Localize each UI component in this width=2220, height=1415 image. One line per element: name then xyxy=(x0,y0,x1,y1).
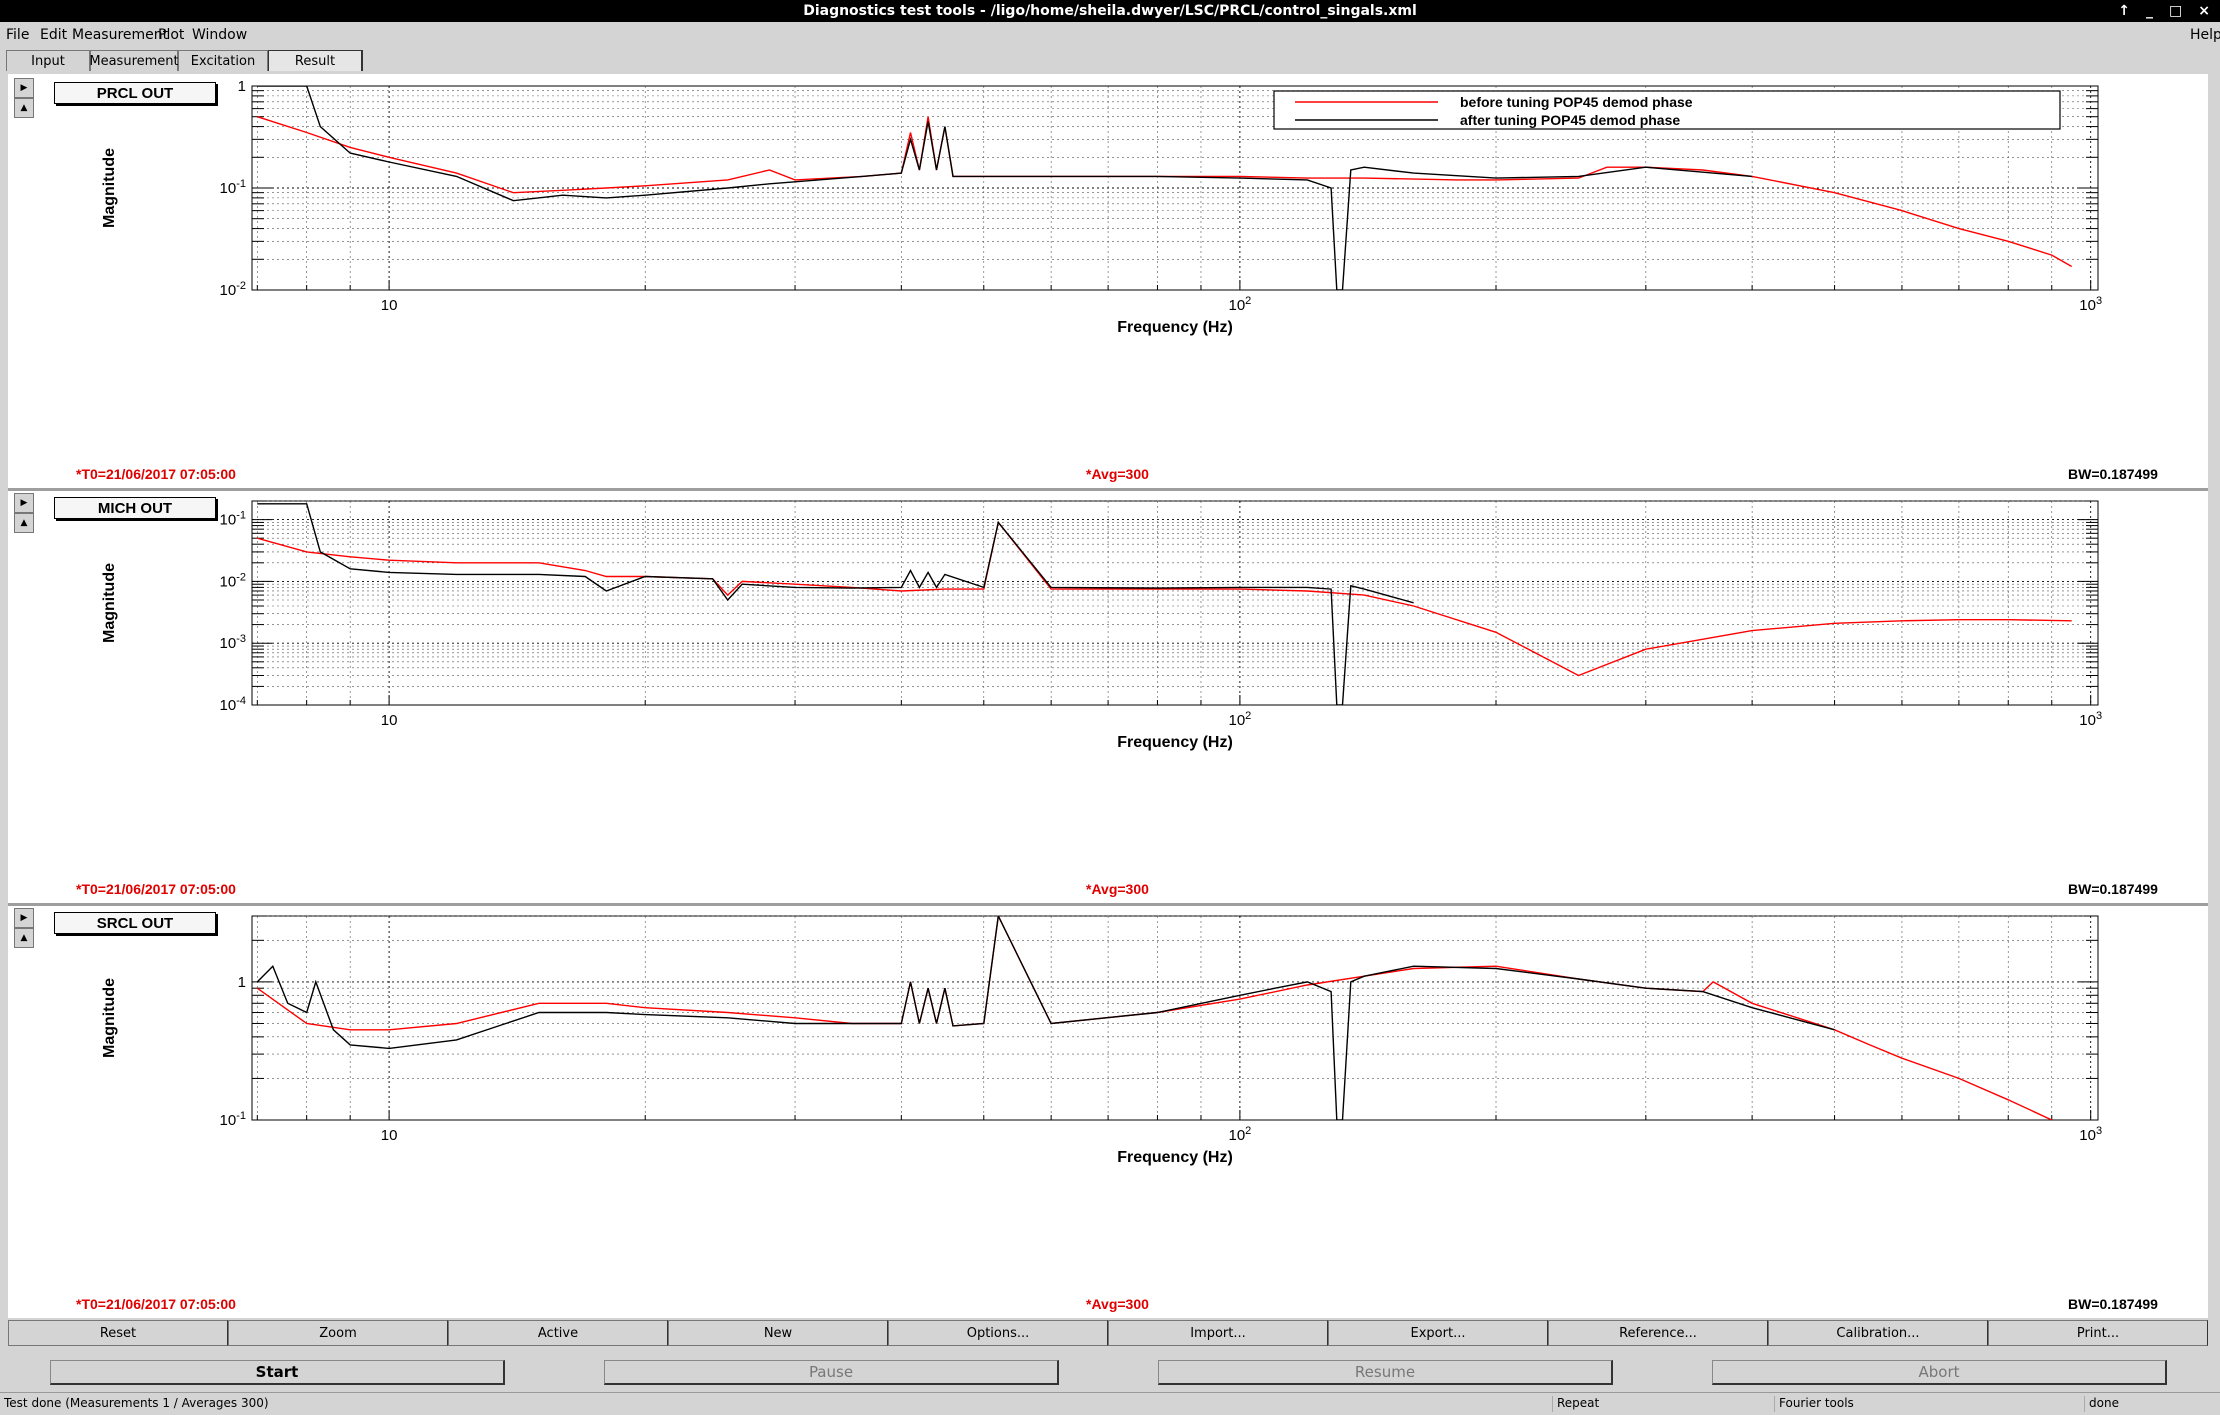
y-tick-label: 10-2 xyxy=(220,571,246,590)
plot-2-chart[interactable]: 10 102 103 10-1 10-2 10-3 10-4 Frequency (Hz) Ma… xyxy=(8,489,2208,889)
print-button[interactable]: Print... xyxy=(1988,1320,2208,1346)
legend: before tuning POP45 demod phase after tun… xyxy=(1273,90,2061,130)
window-maximize-button[interactable]: □ xyxy=(2169,3,2182,19)
tab-excitation[interactable]: Excitation xyxy=(178,50,268,71)
window-minimize-button[interactable]: _ xyxy=(2146,3,2153,19)
y-tick-label: 10-2 xyxy=(220,280,246,299)
menu-plot[interactable]: Plot xyxy=(158,27,184,43)
tab-bar: Input Measurement Excitation Result xyxy=(6,50,363,72)
window-title: Diagnostics test tools - /ligo/home/shei… xyxy=(803,3,1417,19)
x-tick-label: 103 xyxy=(2079,295,2102,314)
status-tool: Fourier tools xyxy=(1774,1396,1854,1412)
y-tick-label: 10-4 xyxy=(220,695,246,714)
result-graphs-area: ▶ ▲ PRCL OUT 10 102 103 1 10-1 10-2 Frequency … xyxy=(8,74,2208,1318)
pause-button[interactable]: Pause xyxy=(604,1360,1059,1385)
x-tick-label: 103 xyxy=(2079,710,2102,729)
tab-measurement[interactable]: Measurement xyxy=(89,50,179,71)
x-tick-label: 103 xyxy=(2079,1125,2102,1144)
plot-frame xyxy=(251,500,2099,706)
plot-2-t0: *T0=21/06/2017 07:05:00 xyxy=(76,881,236,897)
x-tick-label: 10 xyxy=(381,712,398,729)
tab-input[interactable]: Input xyxy=(6,50,90,71)
y-tick-label: 10-1 xyxy=(220,510,246,529)
y-tick-label: 1 xyxy=(238,974,246,991)
abort-button[interactable]: Abort xyxy=(1712,1360,2167,1385)
window-titlebar: Diagnostics test tools - /ligo/home/shei… xyxy=(0,0,2220,22)
status-mode: Repeat xyxy=(1552,1396,1599,1412)
plot-3-avg: *Avg=300 xyxy=(1086,1296,1149,1312)
options-button[interactable]: Options... xyxy=(888,1320,1108,1346)
zoom-button[interactable]: Zoom xyxy=(228,1320,448,1346)
resume-button[interactable]: Resume xyxy=(1158,1360,1613,1385)
x-tick-label: 102 xyxy=(1228,1125,1251,1144)
y-axis-label: Magnitude xyxy=(101,563,118,643)
status-state: done xyxy=(2084,1396,2119,1412)
plot-1-bw: BW=0.187499 xyxy=(2068,466,2158,482)
x-tick-label: 10 xyxy=(381,1127,398,1144)
plot-1-chart[interactable]: 10 102 103 1 10-1 10-2 Frequency (Hz) Magnitude… xyxy=(8,74,2208,474)
menu-file[interactable]: File xyxy=(6,27,29,43)
plot-frame xyxy=(251,915,2099,1121)
plot-3-chart[interactable]: 10 102 103 1 10-1 Frequency (Hz) Magnitude xyxy=(8,904,2208,1304)
plot-1-avg: *Avg=300 xyxy=(1086,466,1149,482)
window-close-button[interactable]: × xyxy=(2198,3,2210,19)
active-button[interactable]: Active xyxy=(448,1320,668,1346)
status-message: Test done (Measurements 1 / Averages 300… xyxy=(4,1396,269,1410)
menu-help[interactable]: Help xyxy=(2190,27,2220,43)
new-button[interactable]: New xyxy=(668,1320,888,1346)
menu-edit[interactable]: Edit xyxy=(40,27,67,43)
status-bar: Test done (Measurements 1 / Averages 300… xyxy=(0,1392,2220,1415)
legend-before-label: before tuning POP45 demod phase xyxy=(1460,94,1693,110)
window-up-button[interactable]: ↑ xyxy=(2118,3,2130,19)
plot-3-t0: *T0=21/06/2017 07:05:00 xyxy=(76,1296,236,1312)
y-axis-label: Magnitude xyxy=(101,978,118,1058)
y-tick-label: 10-1 xyxy=(220,1110,246,1129)
plot-2-avg: *Avg=300 xyxy=(1086,881,1149,897)
x-tick-label: 102 xyxy=(1228,295,1251,314)
plot-3-bw: BW=0.187499 xyxy=(2068,1296,2158,1312)
plot-2-bw: BW=0.187499 xyxy=(2068,881,2158,897)
plot-1-t0: *T0=21/06/2017 07:05:00 xyxy=(76,466,236,482)
x-tick-label: 10 xyxy=(381,297,398,314)
reference-button[interactable]: Reference... xyxy=(1548,1320,1768,1346)
tab-result[interactable]: Result xyxy=(268,50,363,71)
y-axis-label: Magnitude xyxy=(101,148,118,228)
reset-button[interactable]: Reset xyxy=(8,1320,228,1346)
y-tick-label: 1 xyxy=(238,78,246,95)
control-bar: Start Pause Resume Abort xyxy=(0,1360,2220,1386)
menu-bar: File Edit Measurement Plot Window Help xyxy=(0,23,2220,47)
import-button[interactable]: Import... xyxy=(1108,1320,1328,1346)
menu-measurement[interactable]: Measurement xyxy=(72,27,168,43)
legend-after-label: after tuning POP45 demod phase xyxy=(1460,112,1680,128)
x-axis-label: Frequency (Hz) xyxy=(1117,319,1233,336)
menu-window[interactable]: Window xyxy=(192,27,247,43)
y-tick-label: 10-1 xyxy=(220,178,246,197)
export-button[interactable]: Export... xyxy=(1328,1320,1548,1346)
y-tick-label: 10-3 xyxy=(220,633,246,652)
start-button[interactable]: Start xyxy=(50,1360,505,1385)
x-axis-label: Frequency (Hz) xyxy=(1117,734,1233,751)
x-tick-label: 102 xyxy=(1228,710,1251,729)
x-axis-label: Frequency (Hz) xyxy=(1117,1149,1233,1166)
plot-toolbar: Reset Zoom Active New Options... Import.… xyxy=(8,1320,2208,1346)
calibration-button[interactable]: Calibration... xyxy=(1768,1320,1988,1346)
